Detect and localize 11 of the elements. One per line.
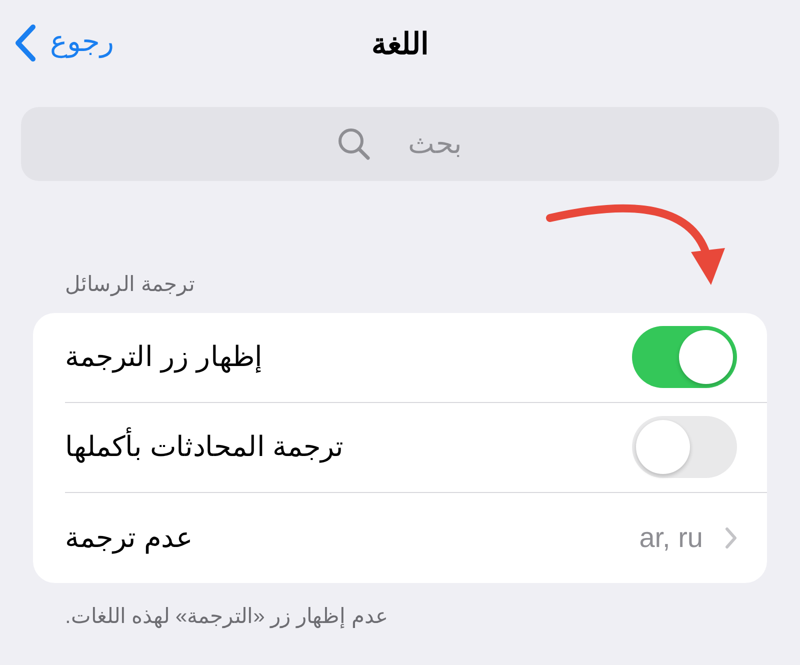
section-footer: عدم إظهار زر «الترجمة» لهذه اللغات.: [65, 600, 388, 632]
chevron-right-icon: [725, 526, 737, 548]
section-header: ترجمة الرسائل: [65, 273, 195, 296]
setting-label: عدم ترجمة: [65, 520, 193, 556]
setting-label: إظهار زر الترجمة: [65, 340, 263, 375]
search-field[interactable]: بحث: [21, 107, 779, 181]
setting-label: ترجمة المحادثات بأكملها: [65, 426, 344, 468]
setting-value: ar, ru: [639, 520, 703, 554]
screen-title: اللغة: [372, 27, 428, 63]
back-chevron-icon: [14, 24, 36, 62]
search-icon: [337, 127, 371, 161]
